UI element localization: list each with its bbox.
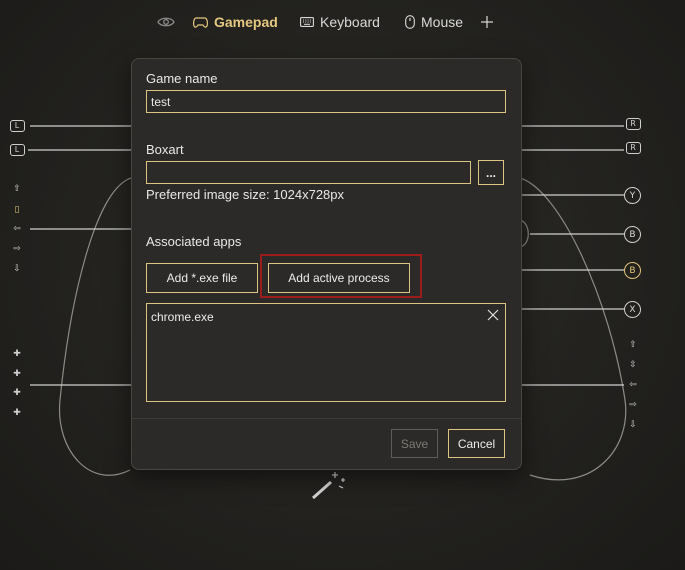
- y-button-icon[interactable]: Y: [624, 187, 641, 204]
- list-item[interactable]: chrome.exe: [151, 310, 214, 324]
- add-tab-button[interactable]: [481, 13, 493, 31]
- associated-apps-label: Associated apps: [146, 234, 242, 249]
- left-stick-left-icon[interactable]: ⇦: [9, 222, 25, 236]
- tab-visibility[interactable]: [157, 13, 175, 31]
- boxart-input[interactable]: [146, 161, 471, 184]
- mouse-icon: [405, 15, 415, 29]
- add-active-process-button[interactable]: Add active process: [268, 263, 410, 293]
- tab-keyboard[interactable]: Keyboard: [300, 13, 380, 31]
- tab-mouse[interactable]: Mouse: [405, 13, 463, 31]
- eye-icon: [157, 17, 175, 27]
- right-stick-up-icon[interactable]: ⇧: [625, 338, 641, 352]
- tab-gamepad[interactable]: Gamepad: [193, 13, 278, 31]
- b-button-icon[interactable]: B: [624, 226, 641, 243]
- edit-game-dialog: Game name Boxart ... Preferred image siz…: [131, 58, 522, 470]
- left-bumper-icon[interactable]: L: [9, 119, 25, 133]
- add-exe-file-button[interactable]: Add *.exe file: [146, 263, 258, 293]
- right-stick-right-icon[interactable]: ⇨: [625, 398, 641, 412]
- boxart-label: Boxart: [146, 142, 184, 157]
- b-button-selected-icon[interactable]: B: [624, 262, 641, 279]
- gamepad-icon: [193, 16, 208, 28]
- dialog-divider: [132, 418, 521, 419]
- plus-icon: [481, 16, 493, 28]
- right-stick-left-icon[interactable]: ⇦: [625, 378, 641, 392]
- keyboard-icon: [300, 17, 314, 27]
- magic-wand-icon[interactable]: [311, 470, 347, 500]
- right-bumper-icon[interactable]: R: [625, 117, 641, 131]
- right-trigger-icon[interactable]: R: [625, 141, 641, 155]
- game-name-label: Game name: [146, 71, 218, 86]
- tab-keyboard-label: Keyboard: [320, 14, 380, 30]
- left-stick-up-icon[interactable]: ⇧: [9, 182, 25, 196]
- cancel-button[interactable]: Cancel: [448, 429, 505, 458]
- associated-apps-list[interactable]: chrome.exe: [146, 303, 506, 402]
- dpad-left-icon[interactable]: ✚: [9, 367, 25, 381]
- left-trigger-icon[interactable]: L: [9, 143, 25, 157]
- right-stick-down-icon[interactable]: ⇩: [625, 418, 641, 432]
- game-name-input[interactable]: [146, 90, 506, 113]
- left-stick-mouse-icon[interactable]: ▯: [9, 203, 25, 217]
- image-size-hint: Preferred image size: 1024x728px: [146, 187, 345, 202]
- right-stick-click-icon[interactable]: ⇳: [625, 358, 641, 372]
- dpad-down-icon[interactable]: ✚: [9, 406, 25, 420]
- close-icon[interactable]: [487, 309, 499, 321]
- left-stick-right-icon[interactable]: ⇨: [9, 242, 25, 256]
- browse-boxart-button[interactable]: ...: [478, 160, 504, 185]
- save-button[interactable]: Save: [391, 429, 438, 458]
- top-tab-bar: Gamepad Keyboard Mouse: [0, 0, 685, 44]
- tab-mouse-label: Mouse: [421, 14, 464, 30]
- x-button-icon[interactable]: X: [624, 301, 641, 318]
- left-stick-down-icon[interactable]: ⇩: [9, 262, 25, 276]
- dpad-right-icon[interactable]: ✚: [9, 386, 25, 400]
- tab-gamepad-label: Gamepad: [214, 14, 278, 30]
- dpad-up-icon[interactable]: ✚: [9, 347, 25, 361]
